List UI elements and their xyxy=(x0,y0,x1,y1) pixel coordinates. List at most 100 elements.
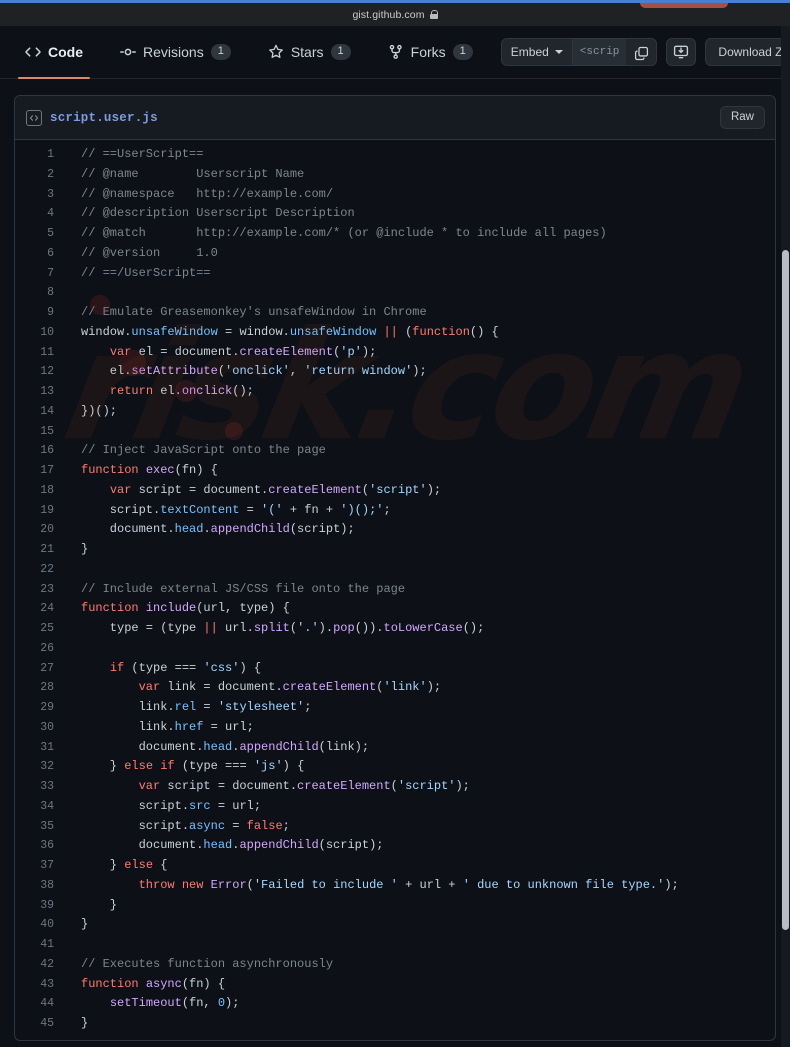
line-number[interactable]: 9 xyxy=(15,303,67,323)
line-number[interactable]: 4 xyxy=(15,204,67,224)
line-number[interactable]: 39 xyxy=(15,896,67,916)
line-number[interactable]: 44 xyxy=(15,994,67,1014)
line-content: script.textContent = '(' + fn + ')();'; xyxy=(81,502,391,517)
line-number[interactable]: 26 xyxy=(15,639,67,659)
line-number[interactable]: 22 xyxy=(15,560,67,580)
line-number[interactable]: 19 xyxy=(15,501,67,521)
line-number[interactable]: 5 xyxy=(15,224,67,244)
line-number[interactable]: 30 xyxy=(15,718,67,738)
line-content xyxy=(67,422,775,442)
line-number[interactable]: 23 xyxy=(15,580,67,600)
code-line: 1 // ==UserScript== xyxy=(15,145,775,165)
line-number[interactable]: 25 xyxy=(15,619,67,639)
line-number[interactable]: 40 xyxy=(15,915,67,935)
line-number[interactable]: 36 xyxy=(15,836,67,856)
line-number[interactable]: 3 xyxy=(15,185,67,205)
line-number[interactable]: 42 xyxy=(15,955,67,975)
page-scrollbar-thumb[interactable] xyxy=(782,250,789,930)
code-line: 39 } xyxy=(15,896,775,916)
download-zip-button[interactable]: Download ZIP xyxy=(705,38,790,66)
line-content: script.async = false; xyxy=(81,818,290,833)
revisions-icon xyxy=(120,48,136,56)
line-number[interactable]: 6 xyxy=(15,244,67,264)
line-number[interactable]: 8 xyxy=(15,283,67,303)
content-area: script.user.js Raw 1 // ==UserScript== 2 //… xyxy=(0,79,790,1041)
line-number[interactable]: 41 xyxy=(15,935,67,955)
page-scrollbar-track[interactable] xyxy=(781,26,790,1047)
line-number[interactable]: 24 xyxy=(15,599,67,619)
tab-revisions[interactable]: Revisions 1 xyxy=(111,26,240,79)
line-number[interactable]: 32 xyxy=(15,757,67,777)
line-number[interactable]: 13 xyxy=(15,382,67,402)
line-content: type = (type || url.split('.').pop()).to… xyxy=(81,621,485,635)
line-number[interactable]: 29 xyxy=(15,698,67,718)
embed-label: Embed xyxy=(510,45,549,59)
code-line: 38 throw new Error('Failed to include ' … xyxy=(15,876,775,896)
line-content: var script = document.createElement('scr… xyxy=(109,482,442,497)
line-number[interactable]: 2 xyxy=(15,165,67,185)
line-number[interactable]: 20 xyxy=(15,520,67,540)
code-line: 5 // @match http://example.com/* (or @inc… xyxy=(15,224,775,244)
code-line: 43 function async(fn) { xyxy=(15,975,775,995)
browser-tab-indicator xyxy=(640,3,728,8)
embed-url-input[interactable]: <scrip xyxy=(571,39,627,65)
line-number[interactable]: 43 xyxy=(15,975,67,995)
line-number[interactable]: 28 xyxy=(15,678,67,698)
line-number[interactable]: 15 xyxy=(15,422,67,442)
embed-dropdown-button[interactable]: Embed xyxy=(501,39,572,65)
line-content: // Inject JavaScript onto the page xyxy=(81,443,326,458)
tab-revisions-count: 1 xyxy=(210,44,231,60)
tab-code[interactable]: Code xyxy=(16,26,92,79)
line-number[interactable]: 37 xyxy=(15,856,67,876)
code-line: 44 setTimeout(fn, 0); xyxy=(15,994,775,1014)
line-number[interactable]: 18 xyxy=(15,481,67,501)
code-line: 21} xyxy=(15,540,775,560)
code-line: 9 // Emulate Greasemonkey's unsafeWindow … xyxy=(15,303,775,323)
copy-embed-button[interactable] xyxy=(626,39,657,65)
line-number[interactable]: 16 xyxy=(15,441,67,461)
line-number[interactable]: 31 xyxy=(15,738,67,758)
line-number[interactable]: 35 xyxy=(15,817,67,837)
clone-download-button[interactable] xyxy=(666,38,697,66)
download-zip-label: Download ZIP xyxy=(718,45,790,59)
line-content: // Executes function asynchronously xyxy=(81,956,334,971)
line-number[interactable]: 10 xyxy=(15,323,67,343)
code-line: 28 var link = document.createElement('li… xyxy=(15,678,775,698)
line-number[interactable]: 14 xyxy=(15,402,67,422)
code-line: 45} xyxy=(15,1014,775,1034)
line-number[interactable]: 21 xyxy=(15,540,67,560)
line-content: document.head.appendChild(script); xyxy=(81,522,355,537)
line-number[interactable]: 34 xyxy=(15,797,67,817)
line-content: } else { xyxy=(81,858,168,872)
line-number[interactable]: 12 xyxy=(15,362,67,382)
line-number[interactable]: 11 xyxy=(15,343,67,363)
code-line: 20 document.head.appendChild(script); xyxy=(15,520,775,540)
tab-stars-label: Stars xyxy=(290,44,324,60)
code-icon xyxy=(25,47,41,57)
code-line: 35 script.async = false; xyxy=(15,817,775,837)
code-line: 7 // ==/UserScript== xyxy=(15,264,775,284)
line-number[interactable]: 27 xyxy=(15,659,67,679)
raw-button[interactable]: Raw xyxy=(719,106,765,129)
embed-button-group: Embed <scrip xyxy=(500,38,658,66)
chevron-down-icon xyxy=(554,50,563,54)
line-content: el.setAttribute('onclick', 'return windo… xyxy=(81,364,427,379)
line-number[interactable]: 17 xyxy=(15,461,67,481)
tab-stars[interactable]: Stars 1 xyxy=(259,26,360,79)
tab-revisions-label: Revisions xyxy=(143,44,204,60)
line-number[interactable]: 33 xyxy=(15,777,67,797)
line-content: var link = document.createElement('link'… xyxy=(138,680,442,695)
line-number[interactable]: 45 xyxy=(15,1014,67,1034)
tab-forks[interactable]: Forks 1 xyxy=(379,26,482,79)
line-content: } xyxy=(81,917,89,932)
line-content: // Emulate Greasemonkey's unsafeWindow i… xyxy=(81,305,427,319)
code-line: 31 document.head.appendChild(link); xyxy=(15,738,775,758)
code-line: 26 xyxy=(15,639,775,659)
clone-download-icon xyxy=(674,45,689,59)
line-number[interactable]: 38 xyxy=(15,876,67,896)
gist-toolbar: Code Revisions 1 Stars 1 Forks 1 Embed <… xyxy=(0,26,790,79)
file-code-icon xyxy=(26,109,42,126)
code-viewer[interactable]: 1 // ==UserScript== 2 // @name Userscript N… xyxy=(15,140,775,1040)
line-number[interactable]: 7 xyxy=(15,264,67,284)
line-number[interactable]: 1 xyxy=(15,145,67,165)
